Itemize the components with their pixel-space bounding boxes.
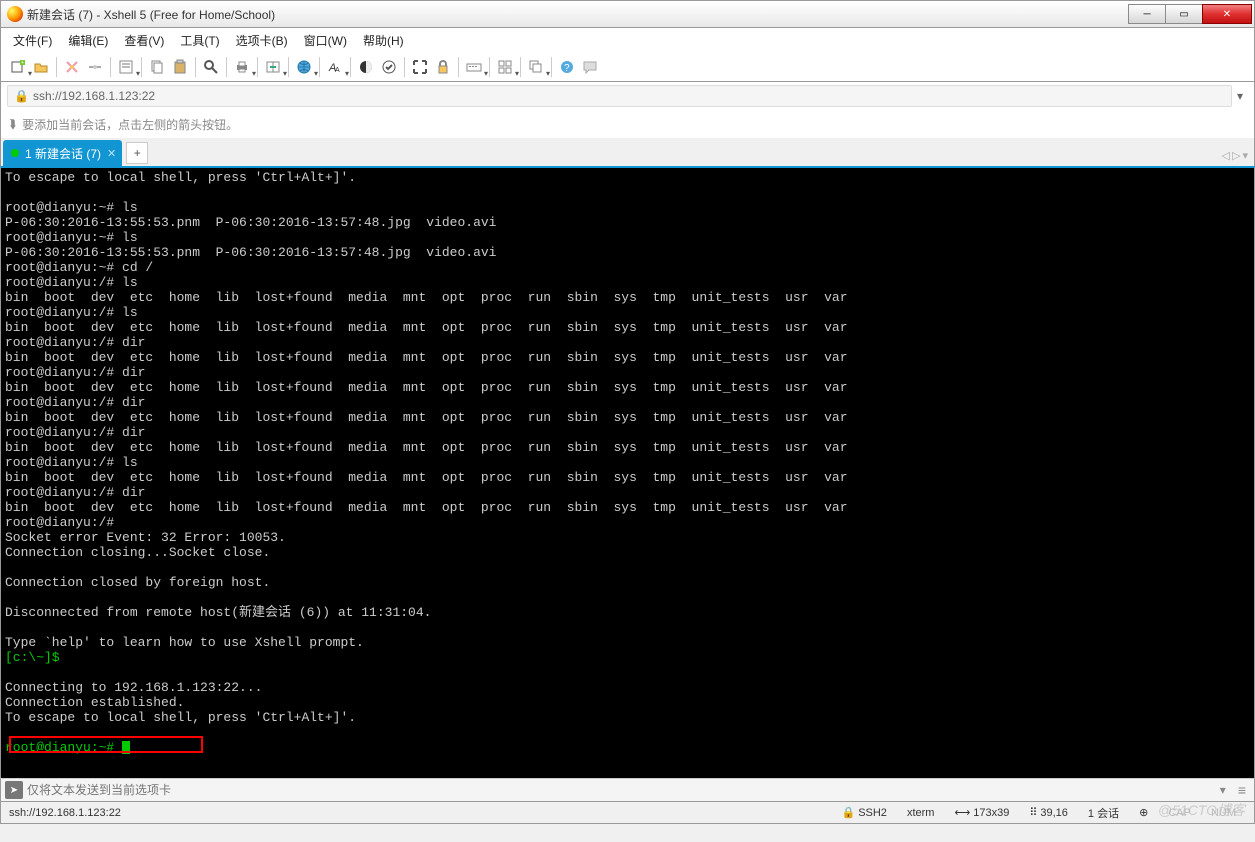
status-ring-icon: ⊕ xyxy=(1129,806,1158,819)
find-button[interactable] xyxy=(200,56,222,78)
svg-text:+: + xyxy=(21,60,24,66)
globe-button[interactable] xyxy=(293,56,315,78)
color-scheme-button[interactable] xyxy=(355,56,377,78)
properties-button[interactable] xyxy=(115,56,137,78)
tile-button[interactable] xyxy=(494,56,516,78)
svg-text:?: ? xyxy=(564,63,570,74)
tab-list-button[interactable]: ▾ xyxy=(1242,149,1248,162)
copy-button[interactable] xyxy=(146,56,168,78)
tab-bar: 1 新建会话 (7) ✕ + ◁ ▷ ▾ xyxy=(0,138,1255,166)
address-field[interactable]: 🔒 ssh://192.168.1.123:22 xyxy=(7,85,1232,107)
lock-icon: 🔒 xyxy=(14,89,29,103)
svg-text:A: A xyxy=(335,67,340,74)
address-dropdown[interactable]: ▾ xyxy=(1232,89,1248,103)
hint-arrow-icon: ⮯ xyxy=(9,117,16,132)
open-session-button[interactable] xyxy=(30,56,52,78)
status-cursor-pos: ⠿39,16 xyxy=(1019,806,1078,819)
app-icon xyxy=(7,6,23,22)
chat-button[interactable] xyxy=(579,56,601,78)
compose-options[interactable]: ≡ xyxy=(1234,782,1250,798)
tab-session-1[interactable]: 1 新建会话 (7) ✕ xyxy=(3,140,122,166)
tab-label: 1 新建会话 (7) xyxy=(25,145,101,162)
ascii-button[interactable] xyxy=(378,56,400,78)
print-button[interactable] xyxy=(231,56,253,78)
menu-view[interactable]: 查看(V) xyxy=(118,30,170,51)
status-protocol: 🔒SSH2 xyxy=(831,806,896,819)
reconnect-button[interactable] xyxy=(61,56,83,78)
font-button[interactable]: AA xyxy=(324,56,346,78)
address-bar: 🔒 ssh://192.168.1.123:22 ▾ xyxy=(0,82,1255,110)
maximize-button[interactable]: ▭ xyxy=(1165,4,1203,24)
toolbar: + AA ? xyxy=(0,52,1255,82)
menu-file[interactable]: 文件(F) xyxy=(7,30,58,51)
status-num: NUM xyxy=(1201,807,1246,819)
terminal-output[interactable]: To escape to local shell, press 'Ctrl+Al… xyxy=(0,166,1255,778)
cascade-button[interactable] xyxy=(525,56,547,78)
compose-dropdown[interactable]: ▾ xyxy=(1216,783,1230,797)
status-bar: ssh://192.168.1.123:22 🔒SSH2 xterm ⟷173x… xyxy=(0,802,1255,824)
tab-next-button[interactable]: ▷ xyxy=(1232,149,1240,162)
new-session-button[interactable]: + xyxy=(7,56,29,78)
status-sessions: 1 会话 xyxy=(1078,805,1129,821)
compose-bar: ➤ ▾ ≡ xyxy=(0,778,1255,802)
tab-add-button[interactable]: + xyxy=(126,142,148,164)
status-size: ⟷173x39 xyxy=(944,806,1019,819)
menu-help[interactable]: 帮助(H) xyxy=(357,30,410,51)
title-bar: 新建会话 (7) - Xshell 5 (Free for Home/Schoo… xyxy=(0,0,1255,28)
status-cap: CAP xyxy=(1158,807,1201,819)
window-title: 新建会话 (7) - Xshell 5 (Free for Home/Schoo… xyxy=(27,6,1129,23)
tab-status-icon xyxy=(11,149,19,157)
status-address: ssh://192.168.1.123:22 xyxy=(9,807,121,819)
hint-bar: ⮯ 要添加当前会话，点击左侧的箭头按钮。 xyxy=(0,110,1255,138)
disconnect-button[interactable] xyxy=(84,56,106,78)
fullscreen-button[interactable] xyxy=(409,56,431,78)
lock-button[interactable] xyxy=(432,56,454,78)
menu-tabs[interactable]: 选项卡(B) xyxy=(230,30,294,51)
menu-bar: 文件(F) 编辑(E) 查看(V) 工具(T) 选项卡(B) 窗口(W) 帮助(… xyxy=(0,28,1255,52)
close-button[interactable]: ✕ xyxy=(1202,4,1252,24)
compose-input[interactable] xyxy=(27,783,1212,797)
send-icon[interactable]: ➤ xyxy=(5,781,23,799)
keyboard-button[interactable] xyxy=(463,56,485,78)
menu-window[interactable]: 窗口(W) xyxy=(298,30,353,51)
status-terminal-type: xterm xyxy=(897,807,945,819)
paste-button[interactable] xyxy=(169,56,191,78)
hint-text: 要添加当前会话，点击左侧的箭头按钮。 xyxy=(22,116,238,133)
minimize-button[interactable]: ─ xyxy=(1128,4,1166,24)
tab-close-button[interactable]: ✕ xyxy=(107,147,116,160)
menu-edit[interactable]: 编辑(E) xyxy=(62,30,114,51)
help-button[interactable]: ? xyxy=(556,56,578,78)
menu-tools[interactable]: 工具(T) xyxy=(174,30,225,51)
address-text: ssh://192.168.1.123:22 xyxy=(33,89,155,103)
transfer-button[interactable] xyxy=(262,56,284,78)
tab-prev-button[interactable]: ◁ xyxy=(1222,149,1230,162)
